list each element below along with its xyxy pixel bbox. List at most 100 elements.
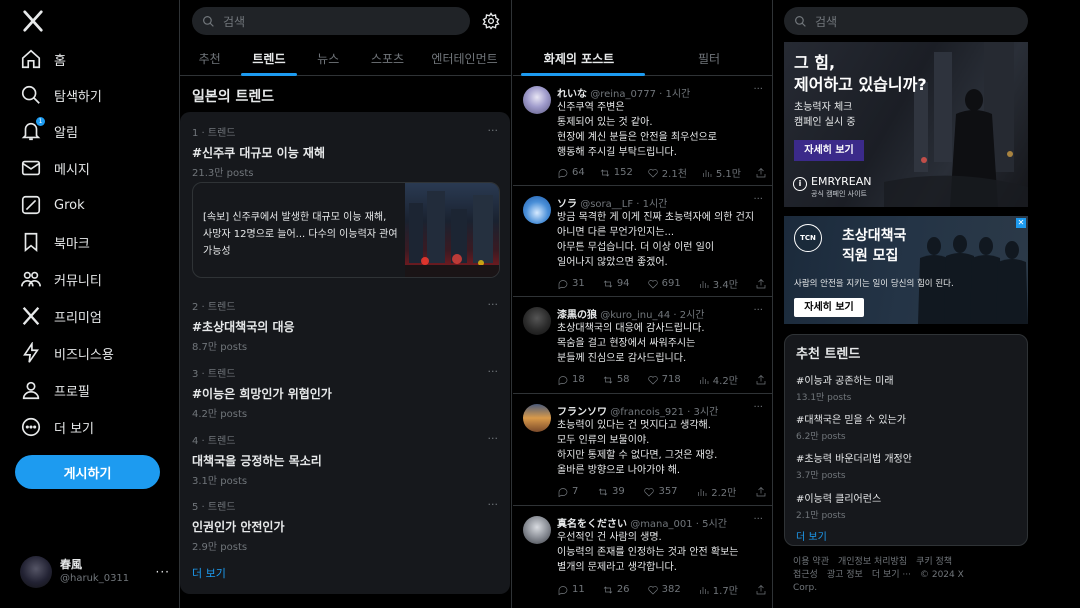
reply-button[interactable]: 7 (557, 484, 578, 499)
share-icon (756, 374, 766, 384)
post-more-icon[interactable]: ··· (753, 402, 763, 413)
repost-button[interactable]: 58 (602, 372, 630, 387)
trend-item[interactable]: 4 · 트렌드 대책국을 긍정하는 목소리 3.1만 posts ··· (192, 432, 498, 487)
tab-hot-posts[interactable]: 화제의 포스트 (513, 44, 645, 76)
footer-more-link[interactable]: 더 보기 ··· (872, 570, 911, 580)
nav-messages[interactable]: 메시지 (20, 154, 90, 182)
trend-more-icon[interactable]: ··· (488, 298, 499, 311)
share-button[interactable] (755, 372, 767, 387)
reply-button[interactable]: 18 (557, 372, 585, 387)
nav-premium[interactable]: 프리미엄 (20, 302, 102, 330)
nav-business[interactable]: 비즈니스용 (20, 339, 114, 367)
views-button[interactable]: 3.4만 (698, 276, 738, 291)
post-item[interactable]: フランソワ @francois_921 · 3시간 ··· 초능력이 있다는 건… (513, 394, 773, 506)
views-button[interactable]: 2.2만 (696, 484, 736, 499)
post-item[interactable]: 漆黒の狼 @kuro_inu_44 · 2시간 ··· 초상대책국의 대응에 감… (513, 297, 773, 394)
account-switcher[interactable]: 春風 @haruk_0311 ··· (20, 556, 170, 588)
like-count: 691 (661, 278, 681, 289)
x-logo-icon[interactable] (22, 10, 44, 32)
recommended-item[interactable]: #초능력 바운더리법 개정안 3.7만 posts (796, 450, 912, 481)
news-thumbnail (405, 183, 499, 277)
post-line: 하지만 통제할 수 없다면, 그것은 재앙. (557, 450, 718, 461)
nav-profile[interactable]: 프로필 (20, 376, 90, 404)
ad-subtext: 캠페인 실시 중 (794, 117, 856, 128)
views-button[interactable]: 5.1만 (701, 165, 741, 180)
news-card[interactable]: [속보] 신주쿠에서 발생한 대규모 이능 재해, 사망자 12명으로 늘어..… (192, 182, 500, 278)
recommended-item[interactable]: #대책국은 믿을 수 있는가 6.2만 posts (796, 411, 906, 442)
tab-trending[interactable]: 트렌드 (239, 44, 298, 75)
nav-notifications[interactable]: 1 알림 (20, 117, 78, 145)
show-more-link[interactable]: 더 보기 (192, 565, 226, 581)
trend-more-icon[interactable]: ··· (488, 432, 499, 445)
like-button[interactable]: 691 (647, 276, 681, 291)
post-button[interactable]: 게시하기 (15, 455, 160, 489)
post-item[interactable]: 真名をください @mana_001 · 5시간 ··· 우선적인 건 사람의 생… (513, 506, 773, 608)
trend-more-icon[interactable]: ··· (488, 498, 499, 511)
like-button[interactable]: 718 (647, 372, 681, 387)
footer-cookies-link[interactable]: 쿠키 정책 (916, 557, 952, 567)
footer-ads-link[interactable]: 광고 정보 (827, 570, 863, 580)
ad-banner-recruit[interactable]: TCN 초상대책국 직원 모집 사람의 안전을 지키는 일이 당신의 힘이 된다… (784, 216, 1028, 324)
footer-accessibility-link[interactable]: 접근성 (793, 570, 818, 580)
nav-home[interactable]: 홈 (20, 45, 66, 73)
reply-button[interactable]: 31 (557, 276, 585, 291)
post-more-icon[interactable]: ··· (753, 305, 763, 316)
like-button[interactable]: 357 (643, 484, 678, 499)
post-item[interactable]: ソラ @sora__LF · 1시간 ··· 방금 목격한 게 이게 진짜 초능… (513, 186, 773, 297)
footer-privacy-link[interactable]: 개인정보 처리방침 (838, 557, 907, 567)
trend-item[interactable]: 1 · 트렌드 #신주쿠 대규모 이능 재해 21.3만 posts ··· (192, 124, 498, 179)
nav-bookmarks[interactable]: 북마크 (20, 228, 90, 256)
like-button[interactable]: 382 (647, 582, 681, 597)
tab-news[interactable]: 뉴스 (299, 44, 358, 75)
trend-item[interactable]: 3 · 트렌드 #이능은 희망인가 위협인가 4.2만 posts ··· (192, 365, 498, 420)
nav-grok[interactable]: Grok (20, 191, 85, 219)
like-button[interactable]: 2.1천 (647, 165, 687, 180)
right-search-input[interactable]: 검색 (784, 7, 1028, 35)
repost-button[interactable]: 152 (599, 165, 633, 180)
recommended-item[interactable]: #이능과 공존하는 미래 13.1만 posts (796, 372, 894, 403)
post-more-icon[interactable]: ··· (753, 84, 763, 95)
views-button[interactable]: 1.7만 (698, 582, 738, 597)
trend-more-icon[interactable]: ··· (488, 124, 499, 137)
recommended-item[interactable]: #이능력 클리어런스 2.1만 posts (796, 490, 881, 521)
views-icon (698, 488, 707, 496)
nav-explore[interactable]: 탐색하기 (20, 81, 102, 109)
settings-gear-icon[interactable] (482, 12, 500, 30)
trend-item[interactable]: 2 · 트렌드 #초상대책국의 대응 8.7만 posts ··· (192, 298, 498, 353)
reply-button[interactable]: 11 (557, 582, 585, 597)
post-actions: 31 94 691 3.4만 (557, 276, 767, 291)
share-button[interactable] (755, 484, 767, 499)
repost-button[interactable]: 39 (597, 484, 625, 499)
share-button[interactable] (755, 582, 767, 597)
account-more-icon[interactable]: ··· (156, 565, 170, 579)
share-button[interactable] (755, 165, 767, 180)
tab-recommended[interactable]: 추천 (180, 44, 239, 75)
tab-filter[interactable]: 필터 (645, 44, 773, 75)
views-button[interactable]: 4.2만 (698, 372, 738, 387)
post-body: 방금 목격한 게 이게 진짜 초능력자에 의한 건지 아니면 다른 무언가인지는… (557, 210, 765, 270)
post-more-icon[interactable]: ··· (753, 514, 763, 525)
repost-button[interactable]: 26 (602, 582, 630, 597)
trend-item[interactable]: 5 · 트렌드 인권인가 안전인가 2.9만 posts ··· (192, 498, 498, 553)
search-input[interactable]: 검색 (192, 7, 470, 35)
post-more-icon[interactable]: ··· (753, 194, 763, 205)
nav-communities[interactable]: 커뮤니티 (20, 265, 102, 293)
show-more-link[interactable]: 더 보기 (796, 528, 827, 543)
post-item[interactable]: れいな @reina_0777 · 1시간 ··· 신주쿠역 주변은 통제되어 … (513, 76, 773, 186)
nav-more[interactable]: 더 보기 (20, 413, 94, 441)
trend-more-icon[interactable]: ··· (488, 365, 499, 378)
tab-entertainment[interactable]: 엔터테인먼트 (417, 44, 512, 75)
post-author: ソラ (557, 199, 577, 210)
reply-button[interactable]: 64 (557, 165, 585, 180)
repost-button[interactable]: 94 (602, 276, 630, 291)
share-button[interactable] (755, 276, 767, 291)
ad-banner-control[interactable]: 그 힘, 제어하고 있습니까? 초능력자 체크 캠페인 실시 중 자세히 보기 … (784, 42, 1028, 207)
footer-terms-link[interactable]: 이용 약관 (793, 557, 829, 567)
tab-sports[interactable]: 스포츠 (358, 44, 417, 75)
ad-close-icon[interactable]: ✕ (1016, 218, 1026, 228)
ad-cta-button[interactable]: 자세히 보기 (794, 140, 864, 161)
ad-cta-button[interactable]: 자세히 보기 (794, 298, 864, 317)
section-title: 일본의 트렌드 (192, 89, 275, 105)
repost-count: 58 (616, 374, 630, 385)
view-count: 4.2만 (712, 376, 738, 387)
